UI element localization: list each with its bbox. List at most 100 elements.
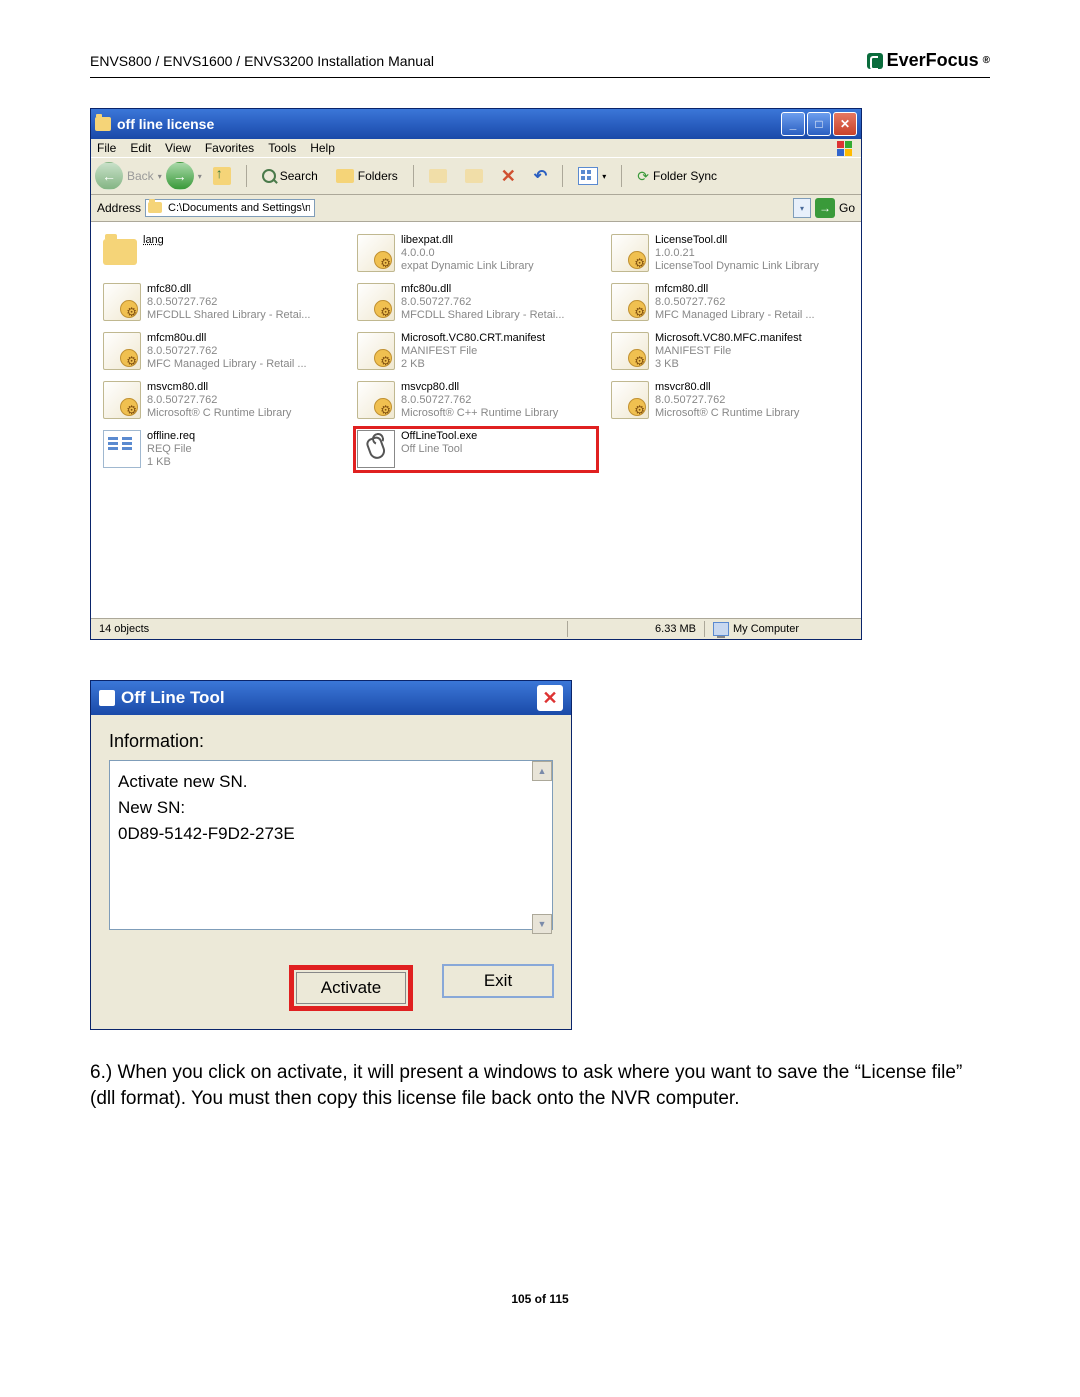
maximize-button[interactable]: □ <box>807 112 831 136</box>
search-icon <box>262 169 276 183</box>
status-size: 6.33 MB <box>568 621 705 637</box>
explorer-window: off line license _ □ ✕ File Edit View Fa… <box>90 108 862 640</box>
file-name: msvcr80.dll <box>655 381 799 394</box>
file-detail-2: 3 KB <box>655 358 802 371</box>
go-button[interactable]: → <box>815 198 835 218</box>
file-detail-2: LicenseTool Dynamic Link Library <box>655 260 819 273</box>
up-button[interactable] <box>206 164 238 188</box>
address-label: Address <box>97 201 141 215</box>
instruction-paragraph: 6.) When you click on activate, it will … <box>90 1060 990 1112</box>
delete-button[interactable]: ✕ <box>494 163 523 190</box>
copy-to-button[interactable] <box>458 166 490 186</box>
file-detail-1: 8.0.50727.762 <box>147 345 307 358</box>
menu-tools[interactable]: Tools <box>268 141 296 155</box>
file-item[interactable]: libexpat.dll4.0.0.0expat Dynamic Link Li… <box>353 230 599 277</box>
dll-icon <box>611 234 649 272</box>
file-item[interactable]: mfc80.dll8.0.50727.762MFCDLL Shared Libr… <box>99 279 345 326</box>
doc-title: ENVS800 / ENVS1600 / ENVS3200 Installati… <box>90 53 434 69</box>
file-item[interactable]: mfcm80.dll8.0.50727.762MFC Managed Libra… <box>607 279 853 326</box>
file-detail-2: 2 KB <box>401 358 545 371</box>
activate-highlight: Activate <box>289 965 413 1011</box>
folder-icon <box>95 117 111 131</box>
file-item[interactable]: mfc80u.dll8.0.50727.762MFCDLL Shared Lib… <box>353 279 599 326</box>
file-name: offline.req <box>147 430 195 443</box>
dll-icon <box>103 283 141 321</box>
scroll-down-button[interactable]: ▼ <box>532 914 552 934</box>
status-objects: 14 objects <box>91 621 568 637</box>
file-name: msvcm80.dll <box>147 381 291 394</box>
folder-sync-button[interactable]: ⟳Folder Sync <box>630 165 724 188</box>
file-item[interactable]: Microsoft.VC80.CRT.manifestMANIFEST File… <box>353 328 599 375</box>
file-name: msvcp80.dll <box>401 381 558 394</box>
menu-help[interactable]: Help <box>310 141 335 155</box>
activate-button[interactable]: Activate <box>296 972 406 1004</box>
req-icon <box>103 430 141 468</box>
back-button[interactable]: ← <box>95 162 123 190</box>
file-item[interactable]: offline.reqREQ File1 KB <box>99 426 345 473</box>
file-detail-1: 8.0.50727.762 <box>147 394 291 407</box>
page-header: ENVS800 / ENVS1600 / ENVS3200 Installati… <box>90 50 990 78</box>
dialog-titlebar[interactable]: Off Line Tool ✕ <box>91 681 571 715</box>
menu-file[interactable]: File <box>97 141 116 155</box>
status-bar: 14 objects 6.33 MB My Computer <box>91 618 861 639</box>
folders-button[interactable]: Folders <box>329 166 405 186</box>
menu-favorites[interactable]: Favorites <box>205 141 254 155</box>
file-name: lang <box>143 234 164 247</box>
file-item[interactable]: msvcp80.dll8.0.50727.762Microsoft® C++ R… <box>353 377 599 424</box>
explorer-titlebar[interactable]: off line license _ □ ✕ <box>91 109 861 139</box>
file-name: mfc80.dll <box>147 283 310 296</box>
views-button[interactable]: ▾ <box>571 164 613 188</box>
toolbar: ← Back ▾ → ▾ Search Folders ✕ ↶ ▾ ⟳Folde… <box>91 157 861 195</box>
views-icon <box>578 167 598 185</box>
file-detail-2: MFC Managed Library - Retail ... <box>147 358 307 371</box>
forward-button[interactable]: → <box>166 162 194 190</box>
file-item[interactable]: lang <box>99 230 345 277</box>
file-pane[interactable]: lang libexpat.dll4.0.0.0expat Dynamic Lin… <box>91 222 861 618</box>
go-label: Go <box>839 201 855 215</box>
file-item[interactable]: mfcm80u.dll8.0.50727.762MFC Managed Libr… <box>99 328 345 375</box>
information-textarea[interactable] <box>109 760 553 930</box>
dll-icon <box>357 283 395 321</box>
close-button[interactable]: ✕ <box>833 112 857 136</box>
brand-text: EverFocus <box>887 50 979 71</box>
file-item[interactable]: msvcm80.dll8.0.50727.762Microsoft® C Run… <box>99 377 345 424</box>
copy-icon <box>465 169 483 183</box>
file-name: Microsoft.VC80.CRT.manifest <box>401 332 545 345</box>
menu-bar: File Edit View Favorites Tools Help <box>91 139 861 157</box>
address-input[interactable] <box>145 199 315 217</box>
menu-edit[interactable]: Edit <box>130 141 151 155</box>
dialog-close-button[interactable]: ✕ <box>537 685 563 711</box>
back-label: Back <box>127 169 154 183</box>
search-button[interactable]: Search <box>255 166 325 186</box>
dll-icon <box>103 381 141 419</box>
file-detail-1: Off Line Tool <box>401 443 477 456</box>
file-detail-2: Microsoft® C Runtime Library <box>147 407 291 420</box>
dll-icon <box>611 381 649 419</box>
page-number: 105 of 115 <box>90 1292 990 1306</box>
file-name: OffLineTool.exe <box>401 430 477 443</box>
file-detail-1: 8.0.50727.762 <box>401 296 564 309</box>
exe-icon <box>357 430 395 468</box>
minimize-button[interactable]: _ <box>781 112 805 136</box>
file-detail-1: 1.0.0.21 <box>655 247 819 260</box>
menu-view[interactable]: View <box>165 141 191 155</box>
folder-icon <box>103 239 137 265</box>
move-to-button[interactable] <box>422 166 454 186</box>
exit-button[interactable]: Exit <box>443 965 553 997</box>
file-item[interactable]: Microsoft.VC80.MFC.manifestMANIFEST File… <box>607 328 853 375</box>
file-item[interactable]: msvcr80.dll8.0.50727.762Microsoft® C Run… <box>607 377 853 424</box>
dll-icon <box>611 332 649 370</box>
up-icon <box>213 167 231 185</box>
file-item[interactable]: LicenseTool.dll1.0.0.21LicenseTool Dynam… <box>607 230 853 277</box>
information-label: Information: <box>109 731 553 752</box>
file-detail-1: 8.0.50727.762 <box>401 394 558 407</box>
move-icon <box>429 169 447 183</box>
windows-flag-icon <box>837 141 855 157</box>
address-folder-icon <box>148 202 162 213</box>
scroll-up-button[interactable]: ▲ <box>532 761 552 781</box>
undo-button[interactable]: ↶ <box>527 163 554 189</box>
file-name: Microsoft.VC80.MFC.manifest <box>655 332 802 345</box>
address-dropdown[interactable]: ▾ <box>793 198 811 218</box>
key-icon <box>99 690 115 706</box>
file-item[interactable]: OffLineTool.exeOff Line Tool <box>353 426 599 473</box>
